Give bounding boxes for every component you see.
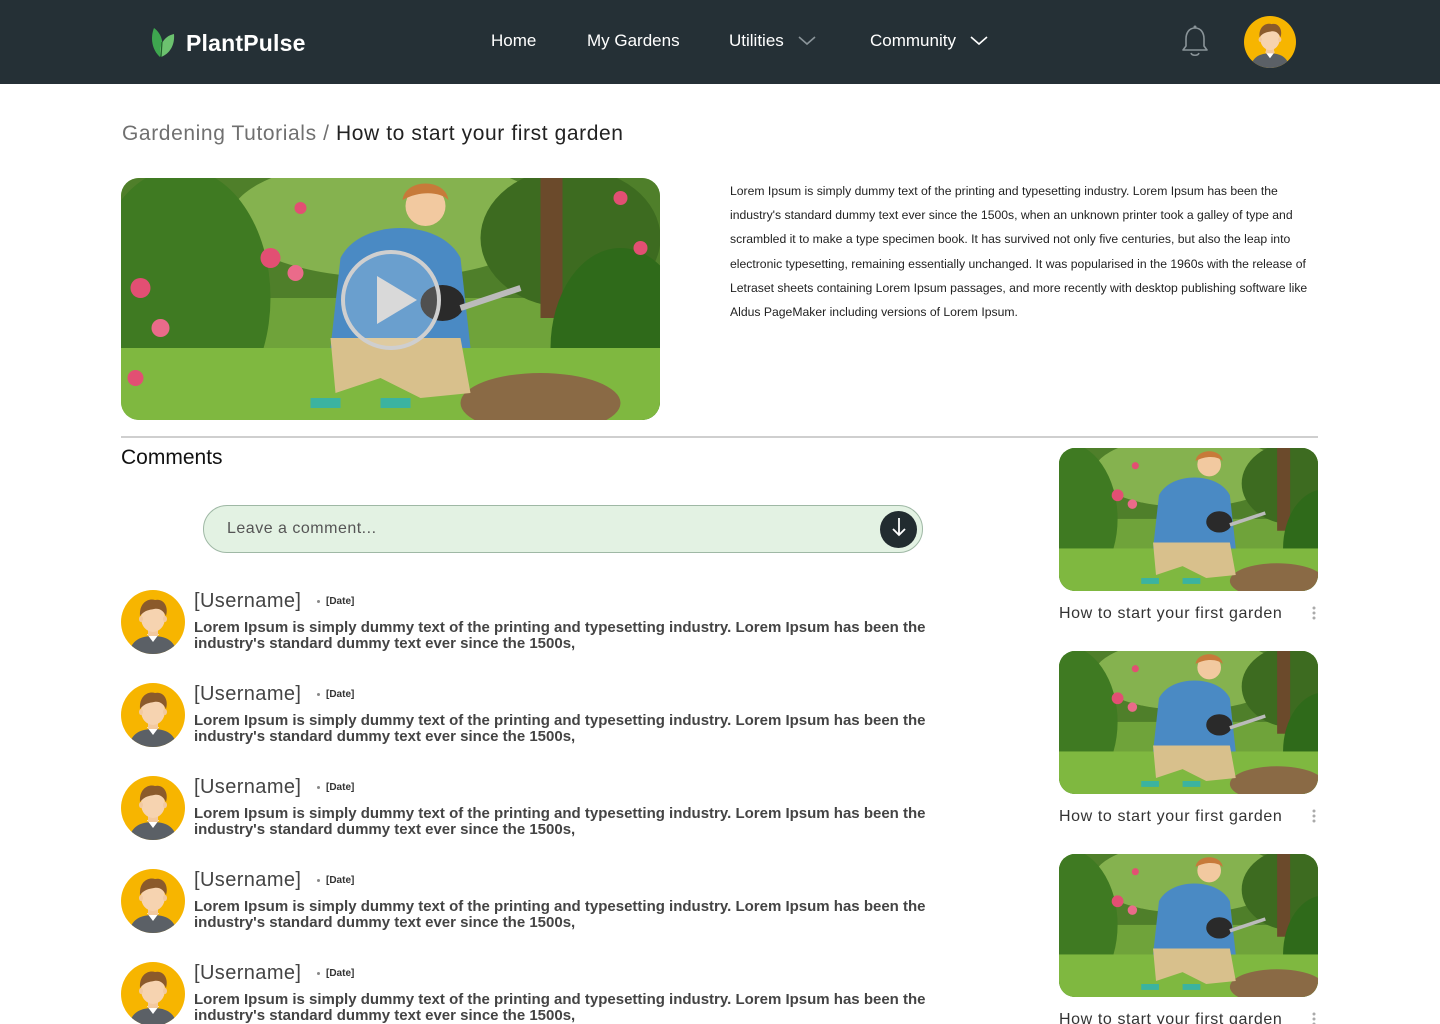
nav-my-gardens[interactable]: My Gardens bbox=[587, 31, 680, 51]
submit-comment-button[interactable] bbox=[880, 511, 917, 548]
commenter-avatar[interactable] bbox=[121, 683, 185, 747]
chevron-down-icon bbox=[970, 31, 988, 51]
comment-username[interactable]: [Username] bbox=[194, 683, 301, 706]
comment-username[interactable]: [Username] bbox=[194, 776, 301, 799]
nav-home-label: Home bbox=[491, 31, 537, 50]
video-player[interactable] bbox=[121, 178, 660, 420]
bell-icon[interactable] bbox=[1180, 24, 1210, 63]
comment-item: [Username] [Date] Lorem Ipsum is simply … bbox=[121, 776, 981, 856]
comment-item: [Username] [Date] Lorem Ipsum is simply … bbox=[121, 683, 981, 763]
more-vertical-icon[interactable] bbox=[1309, 808, 1319, 826]
user-avatar[interactable] bbox=[1244, 16, 1296, 68]
comment-date: [Date] bbox=[326, 875, 355, 886]
separator-dot bbox=[317, 972, 320, 975]
recommended-video-title[interactable]: How to start your first garden bbox=[1059, 605, 1282, 623]
brand-logo[interactable]: PlantPulse bbox=[148, 24, 306, 63]
comment-date: [Date] bbox=[326, 596, 355, 607]
separator-dot bbox=[317, 600, 320, 603]
recommended-video-card[interactable]: How to start your first garden bbox=[1059, 854, 1318, 1024]
separator-dot bbox=[317, 879, 320, 882]
arrow-down-icon bbox=[890, 516, 908, 543]
recommended-video-title[interactable]: How to start your first garden bbox=[1059, 808, 1282, 826]
comment-username[interactable]: [Username] bbox=[194, 962, 301, 985]
recommended-video-card[interactable]: How to start your first garden bbox=[1059, 651, 1318, 825]
nav-community[interactable]: Community bbox=[870, 31, 988, 51]
comment-item: [Username] [Date] Lorem Ipsum is simply … bbox=[121, 590, 981, 670]
recommended-video-thumbnail[interactable] bbox=[1059, 854, 1318, 997]
breadcrumb-parent-link[interactable]: Gardening Tutorials bbox=[122, 122, 317, 145]
nav-my-gardens-label: My Gardens bbox=[587, 31, 680, 50]
video-description: Lorem Ipsum is simply dummy text of the … bbox=[730, 184, 1308, 320]
comment-text: Lorem Ipsum is simply dummy text of the … bbox=[194, 619, 926, 652]
comment-date: [Date] bbox=[326, 968, 355, 979]
recommended-video-thumbnail[interactable] bbox=[1059, 651, 1318, 794]
breadcrumb: Gardening Tutorials / How to start your … bbox=[122, 122, 624, 146]
comment-text: Lorem Ipsum is simply dummy text of the … bbox=[194, 805, 926, 838]
nav-utilities-label: Utilities bbox=[729, 31, 784, 50]
comment-text: Lorem Ipsum is simply dummy text of the … bbox=[194, 991, 926, 1024]
recommended-video-card[interactable]: How to start your first garden bbox=[1059, 448, 1318, 622]
comment-text: Lorem Ipsum is simply dummy text of the … bbox=[194, 898, 926, 931]
nav-home[interactable]: Home bbox=[491, 31, 536, 51]
more-vertical-icon[interactable] bbox=[1309, 1011, 1319, 1024]
commenter-avatar[interactable] bbox=[121, 776, 185, 840]
commenter-avatar[interactable] bbox=[121, 962, 185, 1024]
separator-dot bbox=[317, 786, 320, 789]
leaf-icon bbox=[148, 24, 178, 63]
more-vertical-icon[interactable] bbox=[1309, 605, 1319, 623]
comment-form bbox=[203, 505, 923, 553]
comment-item: [Username] [Date] Lorem Ipsum is simply … bbox=[121, 869, 981, 949]
top-navigation-bar: PlantPulse Home My Gardens Utilities Com… bbox=[0, 0, 1440, 84]
nav-utilities[interactable]: Utilities bbox=[729, 31, 816, 51]
brand-name: PlantPulse bbox=[186, 30, 306, 56]
comment-input[interactable] bbox=[227, 506, 867, 552]
commenter-avatar[interactable] bbox=[121, 590, 185, 654]
recommended-video-title[interactable]: How to start your first garden bbox=[1059, 1011, 1282, 1024]
section-divider bbox=[121, 436, 1318, 438]
comment-text: Lorem Ipsum is simply dummy text of the … bbox=[194, 712, 926, 745]
comment-date: [Date] bbox=[326, 689, 355, 700]
separator-dot bbox=[317, 693, 320, 696]
comment-date: [Date] bbox=[326, 782, 355, 793]
commenter-avatar[interactable] bbox=[121, 869, 185, 933]
breadcrumb-separator: / bbox=[316, 122, 336, 145]
breadcrumb-current: How to start your first garden bbox=[335, 122, 624, 145]
nav-community-label: Community bbox=[870, 31, 956, 50]
comment-item: [Username] [Date] Lorem Ipsum is simply … bbox=[121, 962, 981, 1024]
recommended-video-thumbnail[interactable] bbox=[1059, 448, 1318, 591]
chevron-down-icon bbox=[798, 31, 816, 51]
comment-username[interactable]: [Username] bbox=[194, 869, 301, 892]
comment-username[interactable]: [Username] bbox=[194, 590, 301, 613]
play-icon[interactable] bbox=[339, 248, 443, 352]
comments-heading: Comments bbox=[121, 446, 223, 469]
